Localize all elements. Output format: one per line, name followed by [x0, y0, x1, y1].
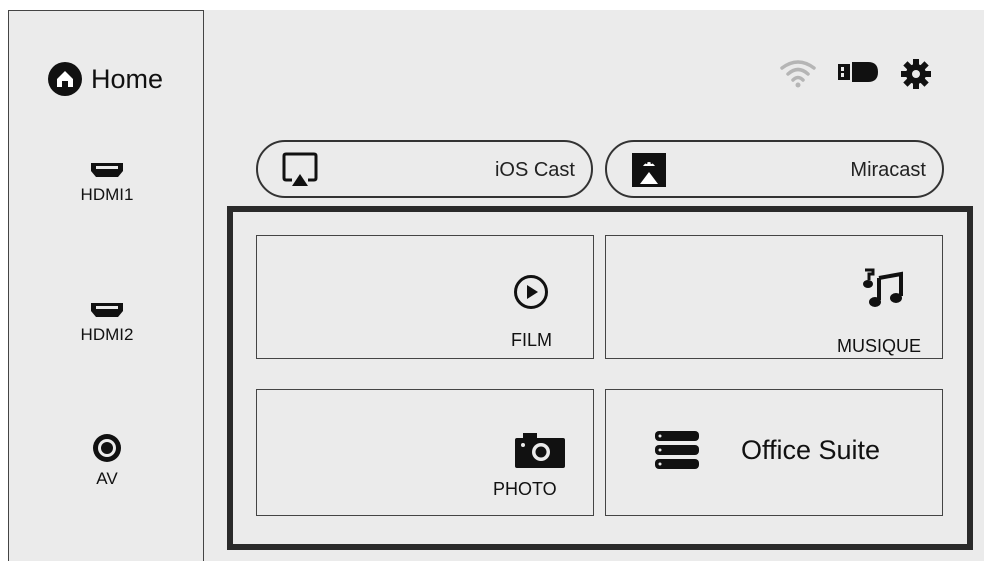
ios-cast-label: iOS Cast [494, 159, 575, 181]
home-icon [48, 62, 82, 96]
source-hdmi1[interactable]: HDMI1 [9, 161, 205, 205]
miracast-button[interactable]: Miracast [605, 140, 944, 198]
music-tile[interactable]: MUSIQUE [605, 235, 943, 359]
office-suite-tile[interactable]: Office Suite [605, 389, 943, 516]
av-port-icon [93, 434, 121, 462]
miracast-icon [632, 153, 666, 187]
settings-gear-icon [901, 59, 931, 89]
source-hdmi2[interactable]: HDMI2 [9, 301, 205, 345]
source-av[interactable]: AV [9, 433, 205, 489]
play-icon [514, 275, 548, 309]
source-label: AV [96, 469, 118, 488]
miracast-label: Miracast [850, 159, 926, 181]
wifi-icon [780, 60, 816, 88]
source-label: HDMI1 [80, 185, 134, 204]
music-label: MUSIQUE [837, 336, 922, 356]
home-nav-item[interactable]: Home [47, 61, 163, 97]
source-label: HDMI2 [80, 325, 134, 344]
usb-drive-icon [838, 62, 878, 82]
film-label: FILM [511, 330, 553, 350]
stack-menu-icon [655, 431, 699, 469]
office-suite-label: Office Suite [741, 435, 881, 465]
photo-label: PHOTO [493, 479, 557, 499]
hdmi-port-icon [91, 163, 123, 177]
film-tile[interactable]: FILM [256, 235, 594, 359]
hdmi-port-icon [91, 303, 123, 317]
music-notes-icon [863, 268, 903, 307]
camera-icon [515, 433, 565, 468]
home-screen: Home HDMI1 HDMI2 AV iOS Cast Miracast FI… [8, 10, 984, 561]
airplay-icon [282, 152, 318, 186]
ios-cast-button[interactable]: iOS Cast [256, 140, 593, 198]
usb-status[interactable] [836, 58, 880, 86]
wifi-status [778, 58, 818, 88]
settings-button[interactable] [896, 58, 936, 90]
sidebar: Home HDMI1 HDMI2 AV [8, 10, 204, 561]
home-label: Home [91, 63, 164, 94]
photo-tile[interactable]: PHOTO [256, 389, 594, 516]
